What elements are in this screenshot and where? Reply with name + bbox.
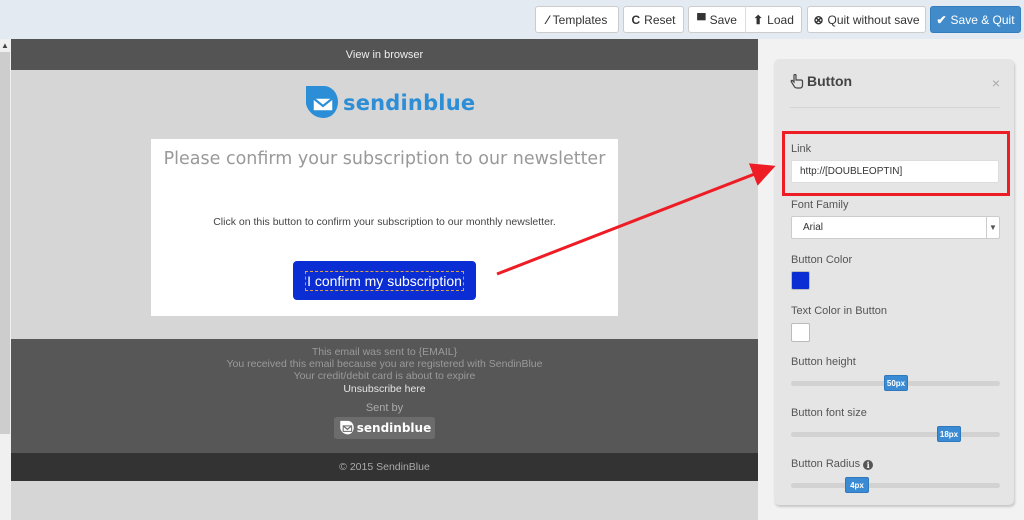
footer-sendinblue-logo[interactable]: sendinblue bbox=[333, 417, 436, 439]
reset-label: Reset bbox=[644, 12, 676, 27]
floppy-disk-icon: ▀ bbox=[697, 12, 706, 27]
button-radius-label-text: Button Radius bbox=[791, 458, 861, 470]
footer-line: You received this email because you are … bbox=[226, 358, 543, 370]
refresh-icon: C bbox=[631, 12, 641, 27]
email-preview: View in browser sendinblue Please confir… bbox=[11, 39, 758, 520]
envelope-logo-icon bbox=[340, 420, 354, 435]
info-icon[interactable]: i bbox=[863, 460, 874, 470]
button-radius-value: 4px bbox=[850, 480, 864, 490]
save-and-quit-label: Save & Quit bbox=[950, 12, 1015, 27]
button-radius-label: Button Radius i bbox=[791, 458, 874, 470]
email-body-text[interactable]: Click on this button to confirm your sub… bbox=[151, 216, 618, 228]
button-font-size-label: Button font size bbox=[791, 407, 867, 419]
scroll-up-arrow-icon[interactable]: ▲ bbox=[0, 39, 10, 52]
footer-line: This email was sent to {EMAIL} bbox=[311, 346, 458, 358]
scrollbar-thumb[interactable] bbox=[0, 52, 10, 434]
magic-wand-icon: ⁄ bbox=[546, 12, 549, 27]
close-icon[interactable]: × bbox=[992, 75, 1000, 91]
button-height-label: Button height bbox=[791, 356, 856, 368]
envelope-logo-icon bbox=[306, 86, 338, 119]
font-family-value: Arial bbox=[803, 222, 824, 233]
button-height-slider[interactable]: 50px bbox=[791, 375, 1000, 391]
font-family-label: Font Family bbox=[791, 199, 849, 211]
circle-x-icon: ⊗ bbox=[813, 12, 824, 27]
checkmark-icon: ✔ bbox=[936, 12, 947, 27]
email-content-block[interactable]: Please confirm your subscription to our … bbox=[151, 139, 618, 316]
vertical-scrollbar[interactable]: ▲ bbox=[0, 39, 11, 520]
load-label: Load bbox=[767, 12, 794, 27]
button-font-size-slider[interactable]: 18px bbox=[791, 426, 1000, 442]
quit-without-save-label: Quit without save bbox=[827, 12, 920, 27]
confirm-subscription-label: I confirm my subscription bbox=[305, 270, 464, 291]
settings-sidebar: Button × Link http://[DOUBLEOPTIN] Font … bbox=[758, 39, 1024, 520]
save-and-quit-button[interactable]: ✔ Save & Quit bbox=[930, 6, 1021, 33]
hand-pointer-icon bbox=[790, 73, 804, 89]
font-family-select[interactable]: Arial ▼ bbox=[791, 216, 1000, 239]
templates-button[interactable]: ⁄ Templates bbox=[535, 6, 619, 33]
load-button[interactable]: ⬆ Load bbox=[745, 6, 802, 33]
button-font-size-value: 18px bbox=[939, 429, 959, 439]
copyright-bar: © 2015 SendinBlue bbox=[11, 453, 758, 481]
reset-button[interactable]: C Reset bbox=[623, 6, 684, 33]
view-in-browser-bar: View in browser bbox=[11, 39, 758, 70]
button-height-value: 50px bbox=[886, 378, 906, 388]
logo-text: sendinblue bbox=[343, 91, 476, 115]
panel-title: Button bbox=[790, 73, 852, 89]
divider bbox=[790, 107, 1000, 108]
sent-by-label: Sent by bbox=[365, 402, 404, 414]
templates-label: Templates bbox=[552, 12, 608, 27]
panel-title-text: Button bbox=[807, 73, 853, 89]
text-color-label: Text Color in Button bbox=[791, 305, 887, 317]
unsubscribe-link[interactable]: Unsubscribe here bbox=[11, 382, 758, 396]
footer-line: Your credit/debit card is about to expir… bbox=[293, 370, 476, 382]
chevron-down-icon: ▼ bbox=[986, 217, 999, 238]
quit-without-save-button[interactable]: ⊗ Quit without save bbox=[807, 6, 926, 33]
upload-icon: ⬆ bbox=[753, 12, 764, 27]
button-settings-panel: Button × Link http://[DOUBLEOPTIN] Font … bbox=[774, 59, 1014, 505]
view-in-browser-link[interactable]: View in browser bbox=[346, 49, 423, 61]
button-color-label: Button Color bbox=[791, 254, 853, 266]
email-footer: This email was sent to {EMAIL} You recei… bbox=[11, 339, 758, 453]
slider-handle[interactable]: 50px bbox=[884, 375, 908, 391]
text-color-swatch[interactable] bbox=[791, 323, 810, 342]
footer-logo-text: sendinblue bbox=[356, 421, 432, 435]
button-color-swatch[interactable] bbox=[791, 271, 810, 290]
email-heading[interactable]: Please confirm your subscription to our … bbox=[151, 148, 618, 171]
annotation-highlight-box bbox=[782, 131, 1010, 196]
save-button[interactable]: ▀ Save bbox=[688, 6, 746, 33]
top-toolbar: ⁄ Templates C Reset ▀ Save ⬆ Load ⊗ Quit… bbox=[0, 0, 1024, 39]
slider-handle[interactable]: 4px bbox=[845, 477, 869, 493]
sendinblue-logo[interactable]: sendinblue bbox=[304, 84, 475, 122]
button-radius-slider[interactable]: 4px bbox=[791, 477, 1000, 493]
slider-handle[interactable]: 18px bbox=[937, 426, 961, 442]
copyright-text: © 2015 SendinBlue bbox=[339, 461, 430, 473]
save-label: Save bbox=[709, 12, 737, 27]
confirm-subscription-button[interactable]: I confirm my subscription bbox=[293, 261, 476, 300]
